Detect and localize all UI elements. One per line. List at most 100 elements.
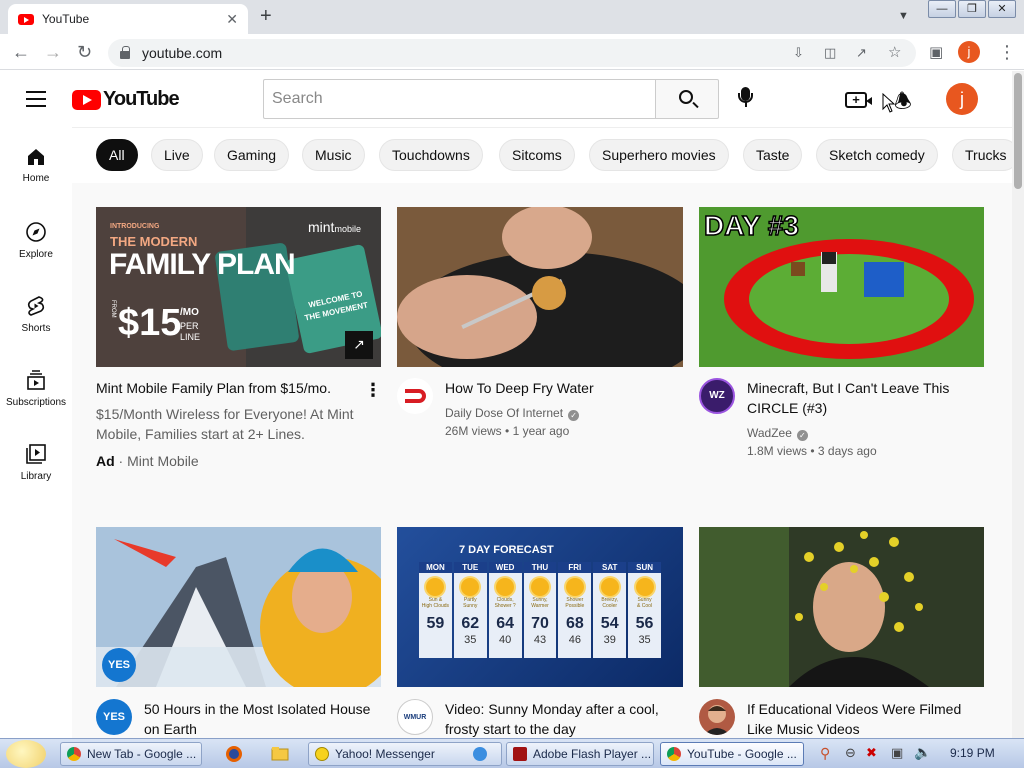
channel-name-daily-dose[interactable]: Daily Dose Of Internet ✓ xyxy=(445,404,580,422)
new-tab-button[interactable]: + xyxy=(260,6,272,26)
taskbar-task-new-tab[interactable]: New Tab - Google ... xyxy=(60,742,202,766)
window-close-button[interactable]: ✕ xyxy=(988,0,1016,18)
video-thumbnail-minecraft-circle[interactable]: DAY #3 xyxy=(699,207,984,367)
forecast-low: 46 xyxy=(568,634,581,646)
channel-avatar-daily-dose-of-internet[interactable] xyxy=(397,378,433,414)
browser-toolbar: ← → ↻ youtube.com ⇩ ◫ ↗ ☆ ▣ j ⋮ xyxy=(0,34,1024,70)
folder-icon[interactable] xyxy=(270,743,294,765)
channel-avatar-educational[interactable] xyxy=(699,699,735,735)
forecast-high: 59 xyxy=(426,615,445,632)
video-thumbnail-educational-music-videos[interactable] xyxy=(699,527,984,687)
external-link-icon[interactable]: ↗ xyxy=(345,331,373,359)
minecraft-thumb-text: DAY #3 xyxy=(703,209,799,242)
youtube-logo[interactable]: YouTube xyxy=(72,88,180,111)
channel-avatar-wmur[interactable]: WMUR xyxy=(397,699,433,735)
chip-touchdowns[interactable]: Touchdowns xyxy=(379,139,483,171)
voice-search-icon[interactable] xyxy=(736,87,756,111)
side-panel-icon[interactable]: ▣ xyxy=(929,43,943,63)
video-menu-icon[interactable]: ⋮ xyxy=(364,380,382,401)
forecast-day-thu: THU Sunny, Warmer 70 43 xyxy=(523,562,557,658)
forward-arrow-icon[interactable]: → xyxy=(44,42,62,62)
scrollbar-thumb[interactable] xyxy=(1014,73,1022,189)
tab-close-icon[interactable]: ✕ xyxy=(226,11,238,28)
back-arrow-icon[interactable]: ← xyxy=(12,42,30,62)
video-thumbnail-mint-mobile[interactable]: INTRODUCING THE MODERN FAMILY PLAN mintm… xyxy=(96,207,381,367)
filter-chips-bar: All Live Gaming Music Touchdowns Sitcoms… xyxy=(72,127,1012,183)
lock-icon[interactable] xyxy=(120,46,130,59)
translate-icon[interactable]: ◫ xyxy=(824,45,836,61)
windows-taskbar: New Tab - Google ... Yahoo! Messenger Ad… xyxy=(0,738,1024,768)
forecast-high: 62 xyxy=(461,615,480,632)
tray-monitor-icon[interactable]: ▣ xyxy=(891,745,903,761)
video-title-isolated-house[interactable]: 50 Hours in the Most Isolated House on E… xyxy=(144,699,374,739)
share-icon[interactable]: ↗ xyxy=(856,45,867,61)
chip-live[interactable]: Live xyxy=(151,139,203,171)
system-clock[interactable]: 9:19 PM xyxy=(950,746,995,760)
search-button[interactable] xyxy=(655,79,719,119)
create-video-icon[interactable]: + xyxy=(845,92,872,108)
notifications-bell-icon[interactable]: 🕭 xyxy=(894,87,912,121)
browser-profile-avatar[interactable]: j xyxy=(958,41,980,63)
volume-icon[interactable]: 🔈 xyxy=(914,744,931,761)
video-title-educational-music-videos[interactable]: If Educational Videos Were Filmed Like M… xyxy=(747,699,977,739)
forecast-day-label: MON xyxy=(419,562,452,573)
chip-taste[interactable]: Taste xyxy=(743,139,803,171)
bookmark-star-icon[interactable]: ☆ xyxy=(888,43,901,61)
sidebar-item-home[interactable]: Home xyxy=(0,147,72,184)
channel-avatar-yes-theory[interactable]: YES xyxy=(96,699,132,735)
forecast-heading: 7 DAY FORECAST xyxy=(459,544,554,556)
install-app-icon[interactable]: ⇩ xyxy=(793,45,804,61)
forecast-low: 40 xyxy=(499,634,512,646)
search-tray-icon[interactable]: ⚲ xyxy=(820,745,830,762)
forecast-day-sun: SUN Sunny & Cool 56 35 xyxy=(628,562,661,658)
browser-tab-youtube[interactable]: YouTube ✕ xyxy=(8,4,248,34)
forecast-condition-2: & Cool xyxy=(637,603,653,609)
page-scrollbar[interactable] xyxy=(1012,71,1024,738)
chip-music[interactable]: Music xyxy=(302,139,365,171)
weather-sun-icon xyxy=(461,578,480,596)
shorts-icon xyxy=(27,296,45,316)
browser-menu-icon[interactable]: ⋮ xyxy=(998,42,1016,62)
start-button-icon[interactable] xyxy=(6,740,46,768)
youtube-favicon-icon xyxy=(18,13,34,25)
sidebar-item-shorts[interactable]: Shorts xyxy=(0,295,72,334)
ie-icon[interactable] xyxy=(470,743,494,765)
chip-gaming[interactable]: Gaming xyxy=(214,139,290,171)
minimize-button[interactable]: — xyxy=(928,0,956,18)
chip-sketch-comedy[interactable]: Sketch comedy xyxy=(816,139,938,171)
video-thumbnail-deep-fry-water[interactable] xyxy=(397,207,683,367)
firefox-icon[interactable] xyxy=(224,743,248,765)
video-title-deep-fry-water[interactable]: How To Deep Fry Water xyxy=(445,378,675,398)
sidebar-item-library[interactable]: Library xyxy=(0,443,72,482)
video-thumbnail-isolated-house[interactable]: YES xyxy=(96,527,381,687)
video-title-minecraft-circle[interactable]: Minecraft, But I Can't Leave This CIRCLE… xyxy=(747,378,977,418)
account-avatar[interactable]: j xyxy=(946,83,978,115)
search-input[interactable]: Search xyxy=(263,79,656,119)
video-title-mint-mobile[interactable]: Mint Mobile Family Plan from $15/mo. xyxy=(96,378,351,398)
chip-trucks[interactable]: Trucks xyxy=(952,139,1012,171)
address-bar[interactable]: youtube.com ⇩ ◫ ↗ ☆ xyxy=(108,39,916,67)
reload-icon[interactable]: ↻ xyxy=(77,42,92,62)
video-thumbnail-weather-forecast[interactable]: 7 DAY FORECAST MON Sun & High Clouds 59 TUE P… xyxy=(397,527,683,687)
sidebar-item-subscriptions[interactable]: Subscriptions xyxy=(0,369,72,408)
subscriptions-icon xyxy=(27,370,45,390)
tab-search-chevron-icon[interactable]: ▼ xyxy=(898,10,909,22)
chip-superhero-movies[interactable]: Superhero movies xyxy=(589,139,729,171)
channel-name-wadzee[interactable]: WadZee ✓ xyxy=(747,424,808,442)
forecast-day-sat: SAT Breezy, Cooler 54 39 xyxy=(593,562,627,658)
taskbar-task-youtube-active[interactable]: YouTube - Google ... xyxy=(660,742,804,766)
network-error-icon[interactable]: ✖ xyxy=(866,745,877,761)
chip-sitcoms[interactable]: Sitcoms xyxy=(499,139,575,171)
chip-all[interactable]: All xyxy=(96,139,138,171)
tray-minus-icon[interactable]: ⊖ xyxy=(845,745,856,761)
restore-button[interactable]: ❐ xyxy=(958,0,986,18)
mint-price-line: LINE xyxy=(180,332,201,342)
video-title-sunny-monday[interactable]: Video: Sunny Monday after a cool, frosty… xyxy=(445,699,675,739)
yahoo-messenger-icon xyxy=(315,747,329,761)
mouse-cursor-icon xyxy=(882,93,896,113)
taskbar-task-adobe-flash[interactable]: Adobe Flash Player ... xyxy=(506,742,654,766)
sidebar-item-explore[interactable]: Explore xyxy=(0,221,72,260)
channel-avatar-wadzee[interactable]: WZ xyxy=(699,378,735,414)
mini-guide-sidebar: Home Explore Shorts Subscriptions Librar… xyxy=(0,127,72,738)
guide-menu-icon[interactable] xyxy=(26,91,46,107)
